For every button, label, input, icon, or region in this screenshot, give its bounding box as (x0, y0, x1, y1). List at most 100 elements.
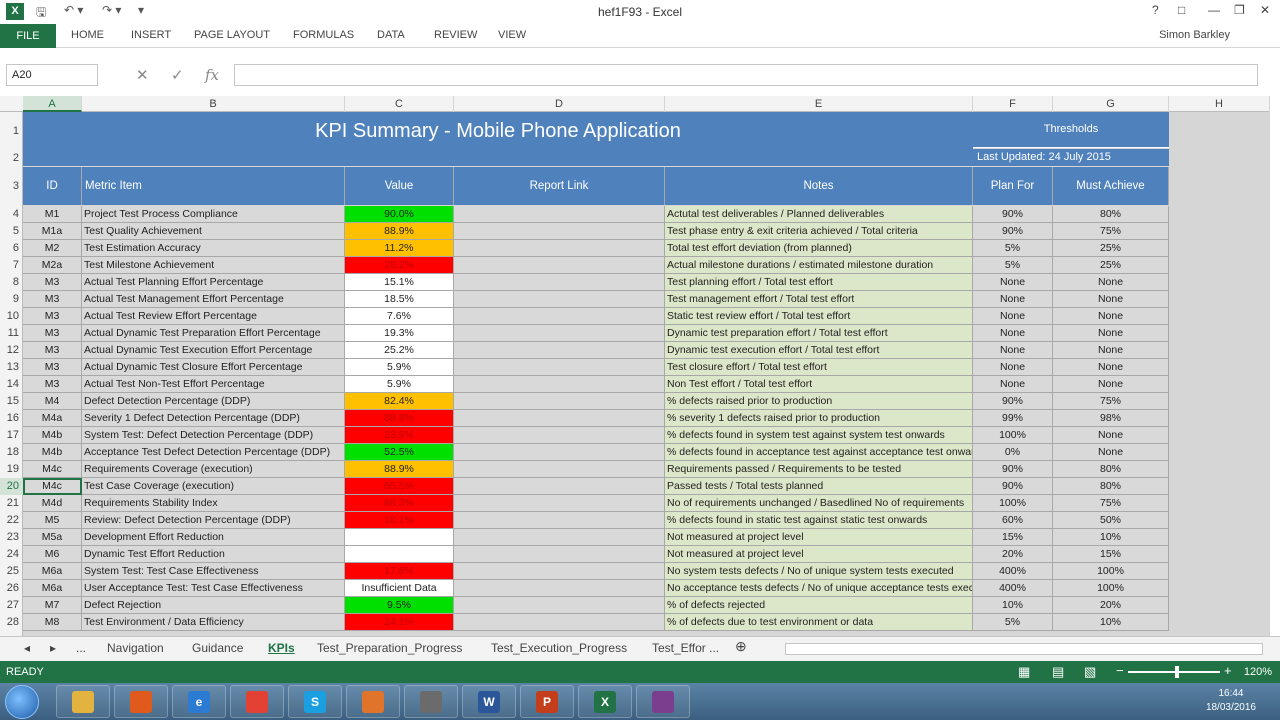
metric-cell[interactable]: Test Quality Achievement (82, 223, 345, 240)
row-header[interactable]: 25 (0, 563, 23, 580)
column-header-a[interactable]: A (23, 96, 82, 112)
id-cell[interactable]: M2 (23, 240, 82, 257)
value-cell[interactable] (345, 529, 454, 546)
horizontal-scrollbar[interactable] (785, 643, 1263, 655)
tab-formulas[interactable]: FORMULAS (293, 29, 354, 41)
report-link-cell[interactable] (454, 495, 665, 512)
id-cell[interactable]: M4c (23, 461, 82, 478)
plan-for-cell[interactable]: None (973, 291, 1053, 308)
notes-cell[interactable]: Not measured at project level (665, 546, 973, 563)
close-icon[interactable]: ✕ (1260, 3, 1270, 17)
row-header[interactable]: 3 (0, 167, 23, 205)
notes-cell[interactable]: No acceptance tests defects / No of uniq… (665, 580, 973, 597)
report-link-cell[interactable] (454, 342, 665, 359)
row-header[interactable]: 22 (0, 512, 23, 529)
must-achieve-cell[interactable]: 80% (1053, 206, 1169, 223)
notes-cell[interactable]: No system tests defects / No of unique s… (665, 563, 973, 580)
row-header[interactable]: 20 (0, 478, 23, 495)
metric-cell[interactable]: System Test: Test Case Effectiveness (82, 563, 345, 580)
ie-icon[interactable]: e (172, 685, 226, 718)
id-cell[interactable]: M6 (23, 546, 82, 563)
help-button[interactable]: ? (1152, 3, 1159, 17)
must-achieve-cell[interactable]: None (1053, 325, 1169, 342)
plan-for-cell[interactable]: 5% (973, 257, 1053, 274)
clock[interactable]: 16:44 18/03/2016 (1206, 687, 1256, 715)
cancel-icon[interactable]: ✕ (136, 66, 149, 84)
metric-cell[interactable]: Actual Dynamic Test Closure Effort Perce… (82, 359, 345, 376)
plan-for-cell[interactable]: 0% (973, 444, 1053, 461)
metric-cell[interactable]: Test Case Coverage (execution) (82, 478, 345, 495)
plan-for-cell[interactable]: 10% (973, 597, 1053, 614)
tab-file[interactable]: FILE (0, 24, 56, 48)
notes-cell[interactable]: % defects found in acceptance test again… (665, 444, 973, 461)
value-cell[interactable]: 29.2% (345, 257, 454, 274)
next-sheet-icon[interactable]: ▸ (50, 641, 56, 655)
id-cell[interactable]: M6a (23, 563, 82, 580)
notes-cell[interactable]: Test closure effort / Total test effort (665, 359, 973, 376)
value-cell[interactable]: 5.9% (345, 376, 454, 393)
report-link-cell[interactable] (454, 291, 665, 308)
report-link-cell[interactable] (454, 376, 665, 393)
must-achieve-cell[interactable]: None (1053, 308, 1169, 325)
plan-for-cell[interactable]: None (973, 376, 1053, 393)
report-link-cell[interactable] (454, 393, 665, 410)
id-cell[interactable]: M4b (23, 427, 82, 444)
must-achieve-cell[interactable]: 75% (1053, 223, 1169, 240)
tab-review[interactable]: REVIEW (434, 29, 477, 41)
plan-for-cell[interactable]: 99% (973, 410, 1053, 427)
report-link-cell[interactable] (454, 325, 665, 342)
value-cell[interactable]: 23.9% (345, 427, 454, 444)
tab-data[interactable]: DATA (377, 29, 405, 41)
plan-for-cell[interactable]: None (973, 274, 1053, 291)
row-header[interactable]: 26 (0, 580, 23, 597)
media-player-icon[interactable] (114, 685, 168, 718)
notes-cell[interactable]: Passed tests / Total tests planned (665, 478, 973, 495)
value-cell[interactable]: 7.6% (345, 308, 454, 325)
id-cell[interactable]: M1a (23, 223, 82, 240)
report-link-cell[interactable] (454, 444, 665, 461)
zoom-level[interactable]: 120% (1244, 666, 1272, 678)
powerpoint-icon[interactable]: P (520, 685, 574, 718)
excel-icon[interactable]: X (578, 685, 632, 718)
pen-icon[interactable] (404, 685, 458, 718)
id-cell[interactable]: M3 (23, 376, 82, 393)
metric-cell[interactable]: Dynamic Test Effort Reduction (82, 546, 345, 563)
must-achieve-cell[interactable]: 75% (1053, 393, 1169, 410)
notes-cell[interactable]: Test phase entry & exit criteria achieve… (665, 223, 973, 240)
must-achieve-cell[interactable]: 15% (1053, 546, 1169, 563)
id-cell[interactable]: M3 (23, 274, 82, 291)
must-achieve-cell[interactable]: None (1053, 376, 1169, 393)
report-link-cell[interactable] (454, 240, 665, 257)
normal-view-icon[interactable]: ▦ (1018, 664, 1030, 680)
id-cell[interactable]: M4b (23, 444, 82, 461)
metric-cell[interactable]: Test Estimation Accuracy (82, 240, 345, 257)
value-cell[interactable]: 18.1% (345, 512, 454, 529)
id-cell[interactable]: M8 (23, 614, 82, 631)
skype-icon[interactable]: S (288, 685, 342, 718)
row-header[interactable]: 1 (0, 112, 23, 150)
metric-cell[interactable]: Defect Detection Percentage (DDP) (82, 393, 345, 410)
tab-insert[interactable]: INSERT (131, 29, 171, 41)
id-cell[interactable]: M1 (23, 206, 82, 223)
row-header[interactable]: 18 (0, 444, 23, 461)
teams-icon[interactable] (636, 685, 690, 718)
report-link-cell[interactable] (454, 563, 665, 580)
outlook-icon[interactable] (346, 685, 400, 718)
must-achieve-cell[interactable]: None (1053, 359, 1169, 376)
plan-for-cell[interactable]: 100% (973, 495, 1053, 512)
name-box[interactable]: A20 (6, 64, 98, 86)
worksheet-grid[interactable]: ABCDEFGH 1 2 3 4 5 6 7 8 9 10 11 12 13 14 15 16 17 18 19 20… (0, 96, 1270, 636)
notes-cell[interactable]: % severity 1 defects raised prior to pro… (665, 410, 973, 427)
report-link-cell[interactable] (454, 546, 665, 563)
report-link-cell[interactable] (454, 614, 665, 631)
must-achieve-cell[interactable]: 20% (1053, 597, 1169, 614)
more-sheets-left[interactable]: ... (76, 641, 86, 655)
row-header[interactable]: 19 (0, 461, 23, 478)
column-header-h[interactable]: H (1169, 96, 1270, 112)
sheet-tab-navigation[interactable]: Navigation (107, 641, 164, 655)
row-header[interactable]: 17 (0, 427, 23, 444)
id-cell[interactable]: M4 (23, 393, 82, 410)
must-achieve-cell[interactable]: None (1053, 427, 1169, 444)
notes-cell[interactable]: % defects found in system test against s… (665, 427, 973, 444)
id-cell[interactable]: M3 (23, 325, 82, 342)
